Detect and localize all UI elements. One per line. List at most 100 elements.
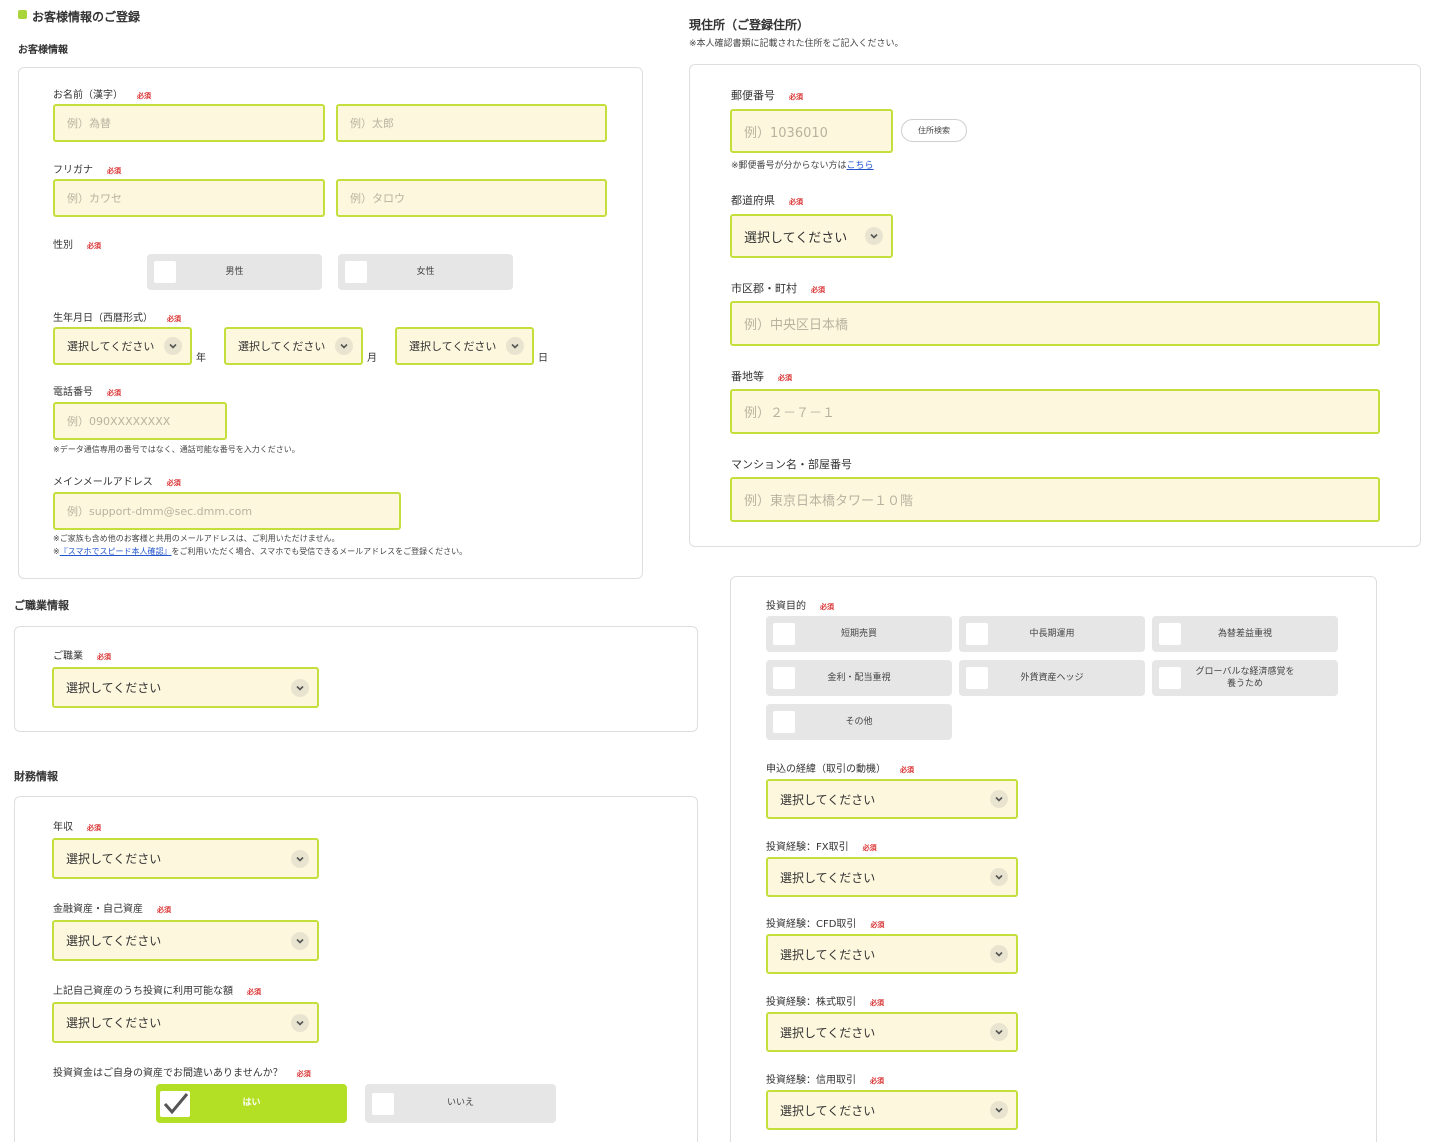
chevron-down-icon: [164, 337, 182, 355]
customer-section-title: お客様情報: [18, 45, 68, 56]
first-name-input[interactable]: 例）太郎: [336, 104, 607, 142]
fx-experience-select[interactable]: 選択してください: [766, 857, 1018, 897]
purpose-option-interest-dividend[interactable]: 金利・配当重視: [766, 660, 952, 696]
birth-year-select[interactable]: 選択してください: [53, 327, 192, 365]
purpose-option-global-sense[interactable]: グローバルな経済感覚を 養うため: [1152, 660, 1338, 696]
checkbox-icon: [966, 623, 988, 645]
checkbox-icon: [154, 261, 176, 283]
own-funds-label: 投資資金はご自身の資産でお間違いありませんか？ 必須: [53, 1068, 311, 1079]
last-name-kana-input[interactable]: 例）カワセ: [53, 179, 325, 217]
gender-female-option[interactable]: 女性: [338, 254, 513, 290]
phone-note: ※データ通信専用の番号ではなく、通話可能な番号を入力ください。: [53, 445, 300, 454]
required-badge: 必須: [167, 315, 181, 323]
year-unit: 年: [196, 353, 206, 364]
required-badge: 必須: [296, 1070, 311, 1078]
occupation-select[interactable]: 選択してください: [52, 667, 319, 708]
stock-experience-select[interactable]: 選択してください: [766, 1012, 1018, 1052]
checkbox-icon: [372, 1092, 394, 1115]
postal-lookup-link[interactable]: こちら: [847, 161, 874, 171]
required-badge: 必須: [820, 603, 834, 611]
birthday-label: 生年月日（西暦形式） 必須: [53, 313, 181, 324]
occupation-section-title: ご職業情報: [14, 599, 69, 612]
address-note: ※本人確認書類に記載された住所をご記入ください。: [689, 39, 904, 49]
street-input[interactable]: 例）２－７－１: [730, 389, 1380, 434]
own-funds-yes-option[interactable]: はい: [156, 1084, 347, 1123]
name-label: お名前（漢字） 必須: [53, 90, 151, 101]
email-label: メインメールアドレス 必須: [53, 477, 181, 488]
purpose-option-mid-long-term[interactable]: 中長期運用: [959, 616, 1145, 652]
email-note-smartphone: ※『スマホでスピード本人確認』をご利用いただく場合、スマホでも受信できるメールア…: [53, 547, 468, 556]
chevron-down-icon: [990, 1101, 1008, 1119]
chevron-down-icon: [990, 945, 1008, 963]
address-search-button[interactable]: 住所検索: [901, 119, 967, 142]
investable-label: 上記自己資産のうち投資に利用可能な額 必須: [53, 986, 261, 997]
building-input[interactable]: 例）東京日本橋タワー１０階: [730, 477, 1380, 522]
assets-select[interactable]: 選択してください: [52, 920, 319, 961]
first-name-kana-input[interactable]: 例）タロウ: [336, 179, 607, 217]
cfd-experience-select[interactable]: 選択してください: [766, 934, 1018, 974]
motive-label: 申込の経緯（取引の動機） 必須: [766, 764, 914, 775]
postal-code-input[interactable]: 例）1036010: [730, 109, 893, 153]
birth-month-select[interactable]: 選択してください: [224, 327, 363, 365]
postal-note: ※郵便番号が分からない方はこちら: [731, 161, 874, 171]
checkbox-icon: [966, 667, 988, 689]
prefecture-select[interactable]: 選択してください: [730, 214, 893, 258]
prefecture-label: 都道府県 必須: [731, 194, 803, 207]
income-select[interactable]: 選択してください: [52, 838, 319, 879]
margin-experience-select[interactable]: 選択してください: [766, 1090, 1018, 1130]
kana-label: フリガナ 必須: [53, 165, 121, 176]
purpose-option-other[interactable]: その他: [766, 704, 952, 740]
chevron-down-icon: [291, 931, 309, 950]
chevron-down-icon: [291, 678, 309, 697]
city-input[interactable]: 例）中央区日本橋: [730, 301, 1380, 346]
own-funds-no-option[interactable]: いいえ: [365, 1084, 556, 1123]
fx-experience-label: 投資経験：FX取引 必須: [766, 842, 877, 853]
motive-select[interactable]: 選択してください: [766, 779, 1018, 819]
stock-experience-label: 投資経験：株式取引 必須: [766, 997, 884, 1008]
speed-verification-link[interactable]: 『スマホでスピード本人確認』: [60, 547, 172, 556]
postal-label: 郵便番号 必須: [731, 89, 803, 102]
page-title: お客様情報のご登録: [32, 10, 141, 24]
required-badge: 必須: [870, 1077, 884, 1085]
section-marker-icon: [18, 10, 27, 19]
required-badge: 必須: [862, 844, 877, 852]
checkbox-icon: [773, 711, 795, 733]
chevron-down-icon: [865, 227, 883, 245]
checkbox-icon: [345, 261, 367, 283]
chevron-down-icon: [506, 337, 524, 355]
finance-section-title: 財務情報: [14, 770, 58, 783]
chevron-down-icon: [291, 849, 309, 868]
required-badge: 必須: [870, 921, 885, 929]
day-unit: 日: [538, 353, 548, 364]
required-badge: 必須: [811, 286, 825, 294]
address-title: 現住所（ご登録住所）: [689, 18, 810, 32]
purpose-label: 投資目的 必須: [766, 601, 834, 612]
required-badge: 必須: [157, 906, 171, 914]
checkbox-icon: [1159, 667, 1181, 689]
gender-label: 性別 必須: [53, 240, 101, 251]
last-name-input[interactable]: 例）為替: [53, 104, 325, 142]
required-badge: 必須: [789, 198, 803, 206]
income-label: 年収 必須: [53, 822, 101, 833]
required-badge: 必須: [107, 389, 121, 397]
chevron-down-icon: [990, 868, 1008, 886]
gender-male-option[interactable]: 男性: [147, 254, 322, 290]
required-badge: 必須: [247, 988, 261, 996]
investable-select[interactable]: 選択してください: [52, 1002, 319, 1043]
month-unit: 月: [367, 353, 377, 364]
occupation-label: ご職業 必須: [53, 651, 111, 662]
required-badge: 必須: [900, 766, 914, 774]
chevron-down-icon: [291, 1013, 309, 1032]
birth-day-select[interactable]: 選択してください: [395, 327, 534, 365]
checkbox-checked-icon: [160, 1090, 190, 1117]
email-input[interactable]: 例）support-dmm@sec.dmm.com: [53, 492, 401, 530]
purpose-option-currency-hedge[interactable]: 外貨資産ヘッジ: [959, 660, 1145, 696]
phone-input[interactable]: 例）090XXXXXXXX: [53, 402, 227, 440]
chevron-down-icon: [335, 337, 353, 355]
purpose-option-short-term[interactable]: 短期売買: [766, 616, 952, 652]
assets-label: 金融資産・自己資産 必須: [53, 904, 171, 915]
margin-experience-label: 投資経験：信用取引 必須: [766, 1075, 884, 1086]
purpose-option-fx-gain[interactable]: 為替差益重視: [1152, 616, 1338, 652]
checkbox-icon: [1159, 623, 1181, 645]
required-badge: 必須: [97, 653, 111, 661]
